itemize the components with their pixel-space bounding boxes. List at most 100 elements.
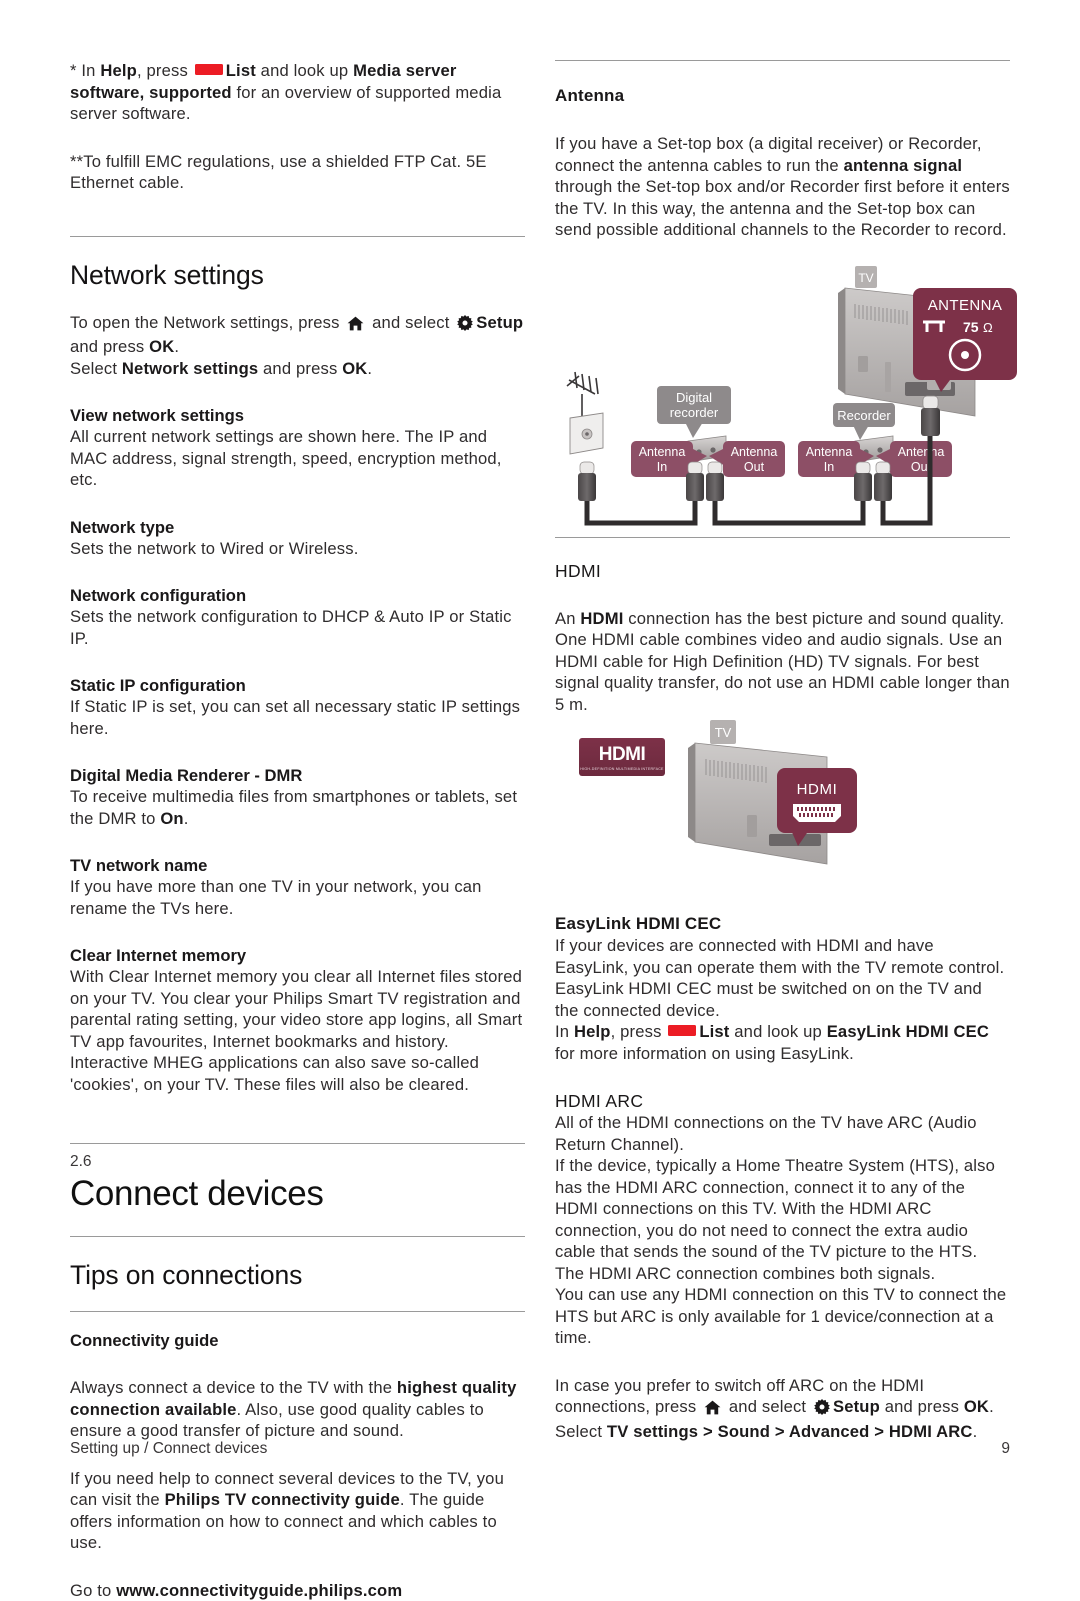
arc-off-text-4: .: [989, 1397, 994, 1416]
intro-text-5: Select: [70, 359, 122, 378]
antenna-body: If you have a Set-top box (a digital rec…: [555, 133, 1010, 241]
topic-body-network-configuration: Sets the network configuration to DHCP &…: [70, 606, 525, 649]
arc-off-text-2: and select: [724, 1397, 811, 1416]
spacer: [70, 649, 525, 675]
tv-settings-menu: TV settings: [607, 1422, 698, 1441]
topic-body-clear-internet-memory: With Clear Internet memory you clear all…: [70, 966, 525, 1095]
topic-heading-view-network-settings: View network settings: [70, 405, 525, 426]
dmr-on-word: On: [160, 809, 183, 828]
intro-text-2: and select: [367, 313, 454, 332]
topic-heading-dmr: Digital Media Renderer - DMR: [70, 765, 525, 786]
document-page: * In Help, press List and look up Media …: [0, 0, 1080, 1528]
topic-heading-hdmi: HDMI: [555, 560, 1010, 582]
topic-heading-network-configuration: Network configuration: [70, 585, 525, 606]
spacer: [70, 919, 525, 945]
arc-body-1: All of the HDMI connections on the TV ha…: [555, 1112, 1010, 1155]
home-icon-2: [704, 1399, 721, 1421]
spacer: [555, 107, 1010, 133]
red-list-key-icon-2: [668, 1025, 696, 1036]
antenna-impedance-ohm: Ω: [983, 320, 993, 335]
digital-recorder-label: Digital recorder: [657, 386, 731, 438]
help-word: Help: [100, 61, 137, 80]
section-title-tips-on-connections: Tips on connections: [70, 1259, 525, 1291]
spacer: [70, 1095, 525, 1143]
topic-body-static-ip-configuration: If Static IP is set, you can set all nec…: [70, 696, 525, 739]
port-2-line-2: Out: [744, 460, 765, 474]
port-2-line-1: Antenna: [731, 445, 778, 459]
easylink-text-1: In: [555, 1022, 574, 1041]
ok-word-2: OK: [342, 359, 367, 378]
network-settings-word: Network settings: [122, 359, 258, 378]
hdmi-connection-diagram: HDMI HIGH-DEFINITION MULTIMEDIA INTERFAC…: [555, 712, 1025, 887]
spacer: [70, 291, 525, 312]
arc-switch-off-paragraph: In case you prefer to switch off ARC on …: [555, 1375, 1010, 1443]
easylink-text-3: and look up: [730, 1022, 827, 1041]
philips-guide-phrase: Philips TV connectivity guide: [165, 1490, 400, 1509]
hdmi-tv-label: TV: [715, 725, 732, 740]
chapter-title: Connect devices: [70, 1173, 525, 1215]
advanced-menu: Advanced: [789, 1422, 870, 1441]
hdmi-logo-tagline: HIGH-DEFINITION MULTIMEDIA INTERFACE: [580, 767, 664, 771]
press-word: , press: [137, 61, 193, 80]
divider-above-chapter: [70, 1143, 525, 1144]
hdmi-body: An HDMI connection has the best picture …: [555, 608, 1010, 716]
hdmi-bold-word: HDMI: [580, 609, 623, 628]
port-3-line-1: Antenna: [806, 445, 853, 459]
topic-heading-connectivity-guide: Connectivity guide: [70, 1330, 525, 1351]
section-title-network-settings: Network settings: [70, 259, 525, 291]
conn-text-1: Always connect a device to the TV with t…: [70, 1378, 397, 1397]
arc-off-text-5: .: [973, 1422, 978, 1441]
recorder-label: Recorder: [833, 403, 895, 440]
arc-body-3: You can use any HDMI connection on this …: [555, 1284, 1010, 1349]
topic-heading-tv-network-name: TV network name: [70, 855, 525, 876]
antenna-text-2: through the Set-top box and/or Recorder …: [555, 177, 1010, 239]
spacer: [70, 491, 525, 517]
menu-sep-2: >: [770, 1422, 789, 1441]
list-word-2: List: [699, 1022, 729, 1041]
dmr-text-2: .: [184, 809, 189, 828]
antenna-connection-diagram: TV ANTENNA: [555, 258, 1025, 533]
easylink-body: If your devices are connected with HDMI …: [555, 935, 1010, 1021]
spacer: [555, 1349, 1010, 1375]
spacer: [70, 1554, 525, 1580]
spacer: [555, 61, 1010, 85]
connectivity-paragraph-1: Always connect a device to the TV with t…: [70, 1377, 525, 1442]
easylink-topic-phrase: EasyLink HDMI CEC: [827, 1022, 989, 1041]
ok-word-1: OK: [149, 337, 174, 356]
gear-icon: [457, 315, 473, 337]
hdmi-arc-menu: HDMI ARC: [889, 1422, 973, 1441]
topic-heading-clear-internet-memory: Clear Internet memory: [70, 945, 525, 966]
setup-word-2: Setup: [833, 1397, 880, 1416]
easylink-text-2: , press: [611, 1022, 667, 1041]
spacer: [70, 829, 525, 855]
network-settings-intro: To open the Network settings, press and …: [70, 312, 525, 380]
hdmi-badge-label: HDMI: [797, 781, 838, 798]
footnote-emc: **To fulfill EMC regulations, use a shie…: [70, 151, 525, 194]
sound-menu: Sound: [718, 1422, 770, 1441]
spacer: [70, 1215, 525, 1236]
topic-heading-hdmi-arc: HDMI ARC: [555, 1090, 1010, 1112]
digital-recorder-line-1: Digital: [676, 390, 712, 405]
port-1-line-2: In: [657, 460, 667, 474]
home-icon: [347, 315, 364, 337]
port-3-line-2: In: [824, 460, 834, 474]
spacer: [70, 1237, 525, 1259]
spacer: [70, 379, 525, 405]
spacer: [70, 125, 525, 151]
spacer: [70, 559, 525, 585]
digital-recorder-line-2: recorder: [670, 405, 719, 420]
topic-body-view-network-settings: All current network settings are shown h…: [70, 426, 525, 491]
arc-body-2: If the device, typically a Home Theatre …: [555, 1155, 1010, 1284]
antenna-impedance-value: 75: [963, 319, 979, 335]
hdmi-connector-icon: [793, 804, 841, 822]
spacer: [555, 1064, 1010, 1090]
topic-body-network-type: Sets the network to Wired or Wireless.: [70, 538, 525, 560]
topic-heading-antenna: Antenna: [555, 85, 1010, 107]
connectivity-paragraph-2: If you need help to connect several devi…: [70, 1468, 525, 1554]
tv-label: TV: [858, 271, 873, 285]
intro-text-7: .: [367, 359, 372, 378]
footnote-prefix: * In: [70, 61, 100, 80]
chapter-number: 2.6: [70, 1153, 525, 1171]
select-word: Select: [555, 1422, 607, 1441]
spacer: [70, 1312, 525, 1330]
